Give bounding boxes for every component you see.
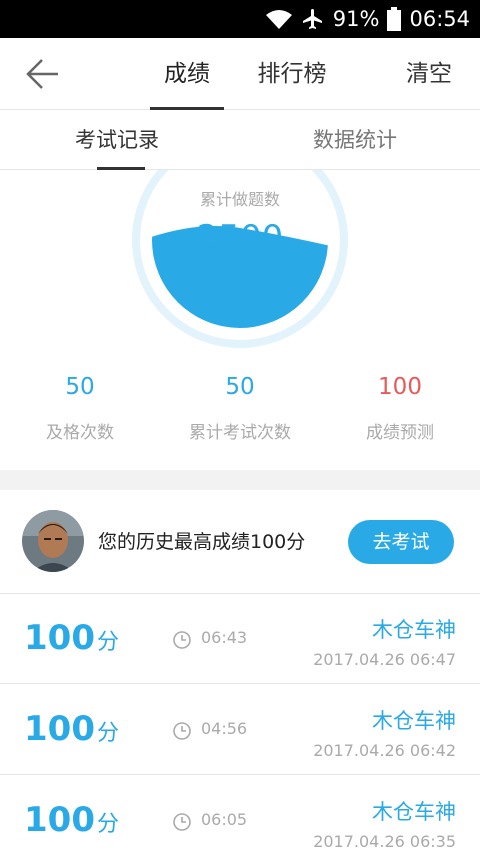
record-user: 木仓车神 [372, 709, 456, 733]
wifi-icon [265, 8, 293, 30]
subtab-exam-records[interactable]: 考试记录 [75, 110, 159, 170]
stat-label: 累计考试次数 [189, 423, 291, 443]
back-button[interactable] [22, 56, 62, 92]
score-unit: 分 [96, 630, 119, 655]
record-score: 100分 [24, 618, 119, 663]
subtab-data-stats[interactable]: 数据统计 [313, 110, 397, 170]
stat-label: 成绩预测 [366, 423, 434, 443]
record-date: 2017.04.26 06:35 [313, 832, 456, 851]
clock-icon [173, 722, 191, 740]
tab-score[interactable]: 成绩 [150, 38, 224, 110]
nav-bar: 成绩 排行榜 清空 [0, 38, 480, 110]
score-value: 100 [24, 800, 95, 840]
record-date: 2017.04.26 06:42 [313, 741, 456, 760]
clock-icon [173, 813, 191, 831]
gauge-value: 2500 [196, 218, 284, 258]
score-value: 100 [24, 618, 95, 658]
avatar [22, 510, 84, 572]
stat-exam-count: 50 累计考试次数 [160, 370, 320, 443]
record-user: 木仓车神 [372, 800, 456, 824]
stat-score-prediction: 100 成绩预测 [320, 370, 480, 443]
score-unit: 分 [96, 721, 119, 746]
score-unit: 分 [96, 812, 119, 837]
record-duration: 06:43 [201, 628, 248, 647]
stat-label: 及格次数 [46, 423, 114, 443]
record-duration: 04:56 [201, 719, 248, 738]
airplane-icon [301, 7, 325, 31]
stats-panel: 累计做题数 2500 50 及格次数 50 累计考试次数 100 成绩预测 [0, 170, 480, 470]
exam-record[interactable]: 100分 06:43 木仓车神 2017.04.26 06:47 [0, 594, 480, 684]
clock-icon [173, 631, 191, 649]
best-score-text: 您的历史最高成绩100分 [98, 531, 306, 553]
stat-pass-count: 50 及格次数 [0, 370, 160, 443]
battery-icon [387, 7, 402, 31]
exam-record[interactable]: 100分 04:56 木仓车神 2017.04.26 06:42 [0, 685, 480, 775]
record-score: 100分 [24, 709, 119, 754]
stat-value: 50 [65, 374, 95, 400]
record-date: 2017.04.26 06:47 [313, 650, 456, 669]
best-score-row: 您的历史最高成绩100分 去考试 [0, 490, 480, 594]
status-bar: 91% 06:54 [0, 0, 480, 38]
stat-value: 50 [225, 374, 255, 400]
take-exam-button[interactable]: 去考试 [348, 520, 454, 564]
gauge-label: 累计做题数 [199, 190, 280, 209]
stat-value: 100 [378, 374, 422, 400]
score-value: 100 [24, 709, 95, 749]
tab-ranking[interactable]: 排行榜 [250, 38, 334, 110]
exam-record[interactable]: 100分 06:05 木仓车神 2017.04.26 06:35 [0, 776, 480, 853]
section-divider [0, 470, 480, 490]
battery-percent: 91% [332, 7, 380, 31]
sub-tabs: 考试记录 数据统计 [0, 110, 480, 170]
record-score: 100分 [24, 800, 119, 845]
record-user: 木仓车神 [372, 618, 456, 642]
clock-time: 06:54 [409, 7, 470, 31]
clear-button[interactable]: 清空 [406, 38, 452, 110]
record-duration: 06:05 [201, 810, 248, 829]
back-arrow-icon [26, 59, 58, 89]
